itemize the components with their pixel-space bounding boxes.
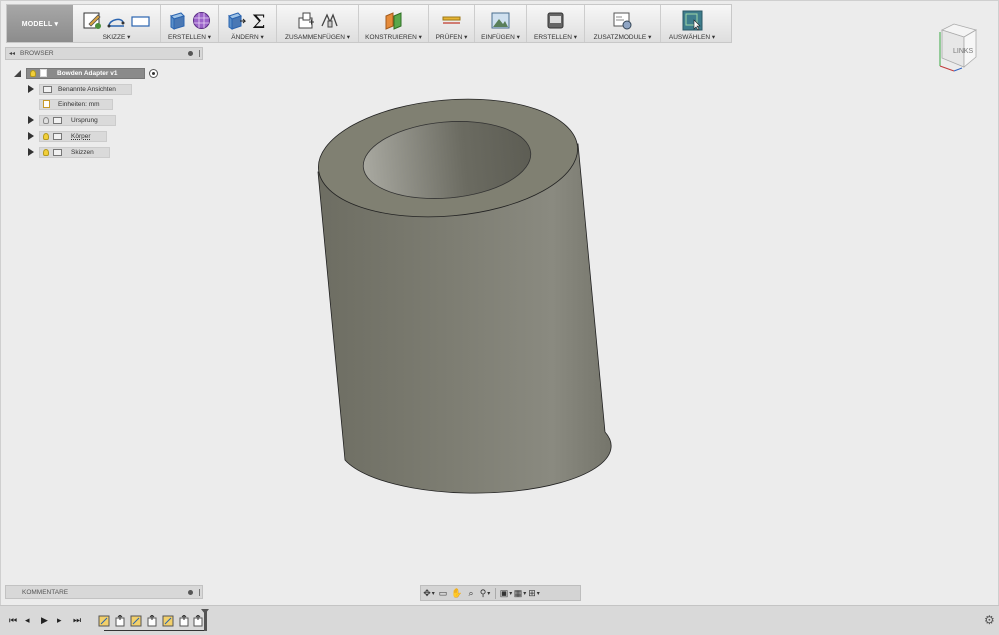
timeline-sketch-icon[interactable] [162, 615, 174, 627]
timeline-bar: ⏮ ◂ ▶ ▸ ⏭ [0, 605, 999, 635]
zoom-icon[interactable]: ⌕ [465, 588, 477, 599]
play-icon[interactable]: ▶ [41, 615, 48, 626]
comments-title: KOMMENTARE [22, 588, 69, 596]
viewports-icon[interactable]: ⊞ [528, 588, 540, 599]
timeline-settings-gear-icon[interactable]: ⚙ [984, 613, 995, 627]
timeline-extrude-icon[interactable] [114, 615, 126, 627]
pin-icon[interactable] [188, 590, 193, 595]
model-viewport[interactable] [0, 0, 999, 635]
bowden-adapter-body[interactable] [313, 89, 612, 494]
navigation-bar: ✥ ▭ ✋ ⌕ ⚲ ▣ ▦ ⊞ [420, 585, 581, 601]
timeline-extrude-icon[interactable] [192, 615, 204, 627]
fit-zoom-icon[interactable]: ⚲ [479, 588, 491, 599]
step-back-icon[interactable]: ◂ [25, 615, 30, 626]
look-at-icon[interactable]: ▭ [437, 588, 449, 599]
panel-resize-handle[interactable] [199, 589, 200, 596]
timeline-sketch-icon[interactable] [98, 615, 110, 627]
timeline-marker[interactable] [201, 609, 209, 631]
timeline-extrude-icon[interactable] [178, 615, 190, 627]
timeline-extrude-icon[interactable] [146, 615, 158, 627]
timeline-sketch-icon[interactable] [130, 615, 142, 627]
step-forward-icon[interactable]: ▸ [57, 615, 62, 626]
comments-panel-header[interactable]: KOMMENTARE [5, 585, 203, 599]
go-to-end-icon[interactable]: ⏭ [73, 615, 81, 626]
go-to-start-icon[interactable]: ⏮ [9, 615, 17, 626]
timeline-track [104, 630, 204, 631]
orbit-icon[interactable]: ✥ [423, 588, 435, 599]
pan-hand-icon[interactable]: ✋ [451, 588, 463, 599]
grid-settings-icon[interactable]: ▦ [514, 588, 526, 599]
divider [495, 587, 496, 599]
display-settings-icon[interactable]: ▣ [500, 588, 512, 599]
